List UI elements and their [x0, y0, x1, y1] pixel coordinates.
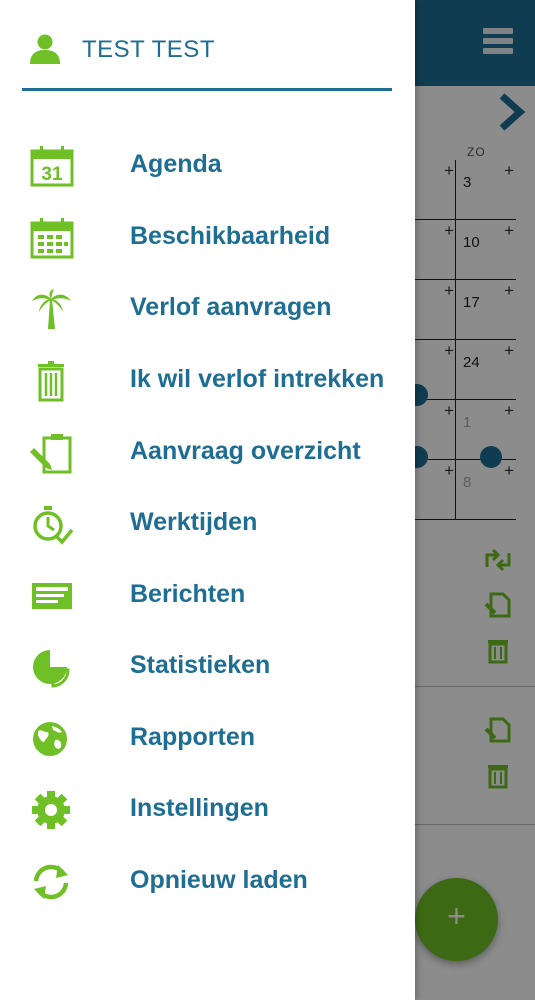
menu-label: Statistieken	[130, 651, 271, 679]
user-name: TEST TEST	[82, 36, 215, 63]
menu-item-berichten[interactable]: Berichten	[0, 561, 415, 627]
calendar-grid-icon	[28, 217, 76, 259]
menu-label: Ik wil verlof intrekken	[130, 365, 385, 393]
menu-item-verlof-aanvragen[interactable]: Verlof aanvragen	[0, 274, 415, 340]
navigation-drawer: TEST TEST 31 Agenda Beschikbaarheid Verl…	[0, 0, 415, 1000]
user-icon	[30, 34, 60, 64]
menu-item-opnieuw-laden[interactable]: Opnieuw laden	[0, 847, 415, 913]
menu-item-rapporten[interactable]: Rapporten	[0, 704, 415, 770]
trash-icon	[28, 360, 76, 402]
menu-label: Opnieuw laden	[130, 866, 308, 894]
messages-icon	[28, 575, 76, 617]
clipboard-pen-icon	[28, 432, 76, 474]
menu-label: Rapporten	[130, 723, 255, 751]
gear-icon	[28, 789, 76, 831]
menu-item-statistieken[interactable]: Statistieken	[0, 632, 415, 698]
menu-item-werktijden[interactable]: Werktijden	[0, 489, 415, 555]
globe-icon	[28, 718, 76, 760]
menu-label: Agenda	[130, 150, 222, 178]
drawer-user-header: TEST TEST	[22, 0, 392, 91]
menu-item-agenda[interactable]: 31 Agenda	[0, 131, 415, 197]
menu-label: Berichten	[130, 580, 246, 608]
svg-text:31: 31	[41, 164, 63, 185]
refresh-icon	[28, 861, 76, 903]
calendar-31-icon: 31	[28, 145, 76, 187]
menu-label: Beschikbaarheid	[130, 222, 331, 250]
menu-label: Aanvraag overzicht	[130, 437, 361, 465]
menu-item-aanvraag-overzicht[interactable]: Aanvraag overzicht	[0, 418, 415, 484]
menu-label: Instellingen	[130, 794, 269, 822]
menu-item-verlof-intrekken[interactable]: Ik wil verlof intrekken	[0, 346, 415, 412]
palm-tree-icon	[28, 288, 76, 330]
menu-item-beschikbaarheid[interactable]: Beschikbaarheid	[0, 203, 415, 269]
pie-chart-icon	[28, 646, 76, 688]
menu-label: Werktijden	[130, 508, 258, 536]
menu-label: Verlof aanvragen	[130, 293, 332, 321]
menu-item-instellingen[interactable]: Instellingen	[0, 775, 415, 841]
stopwatch-check-icon	[28, 503, 76, 545]
